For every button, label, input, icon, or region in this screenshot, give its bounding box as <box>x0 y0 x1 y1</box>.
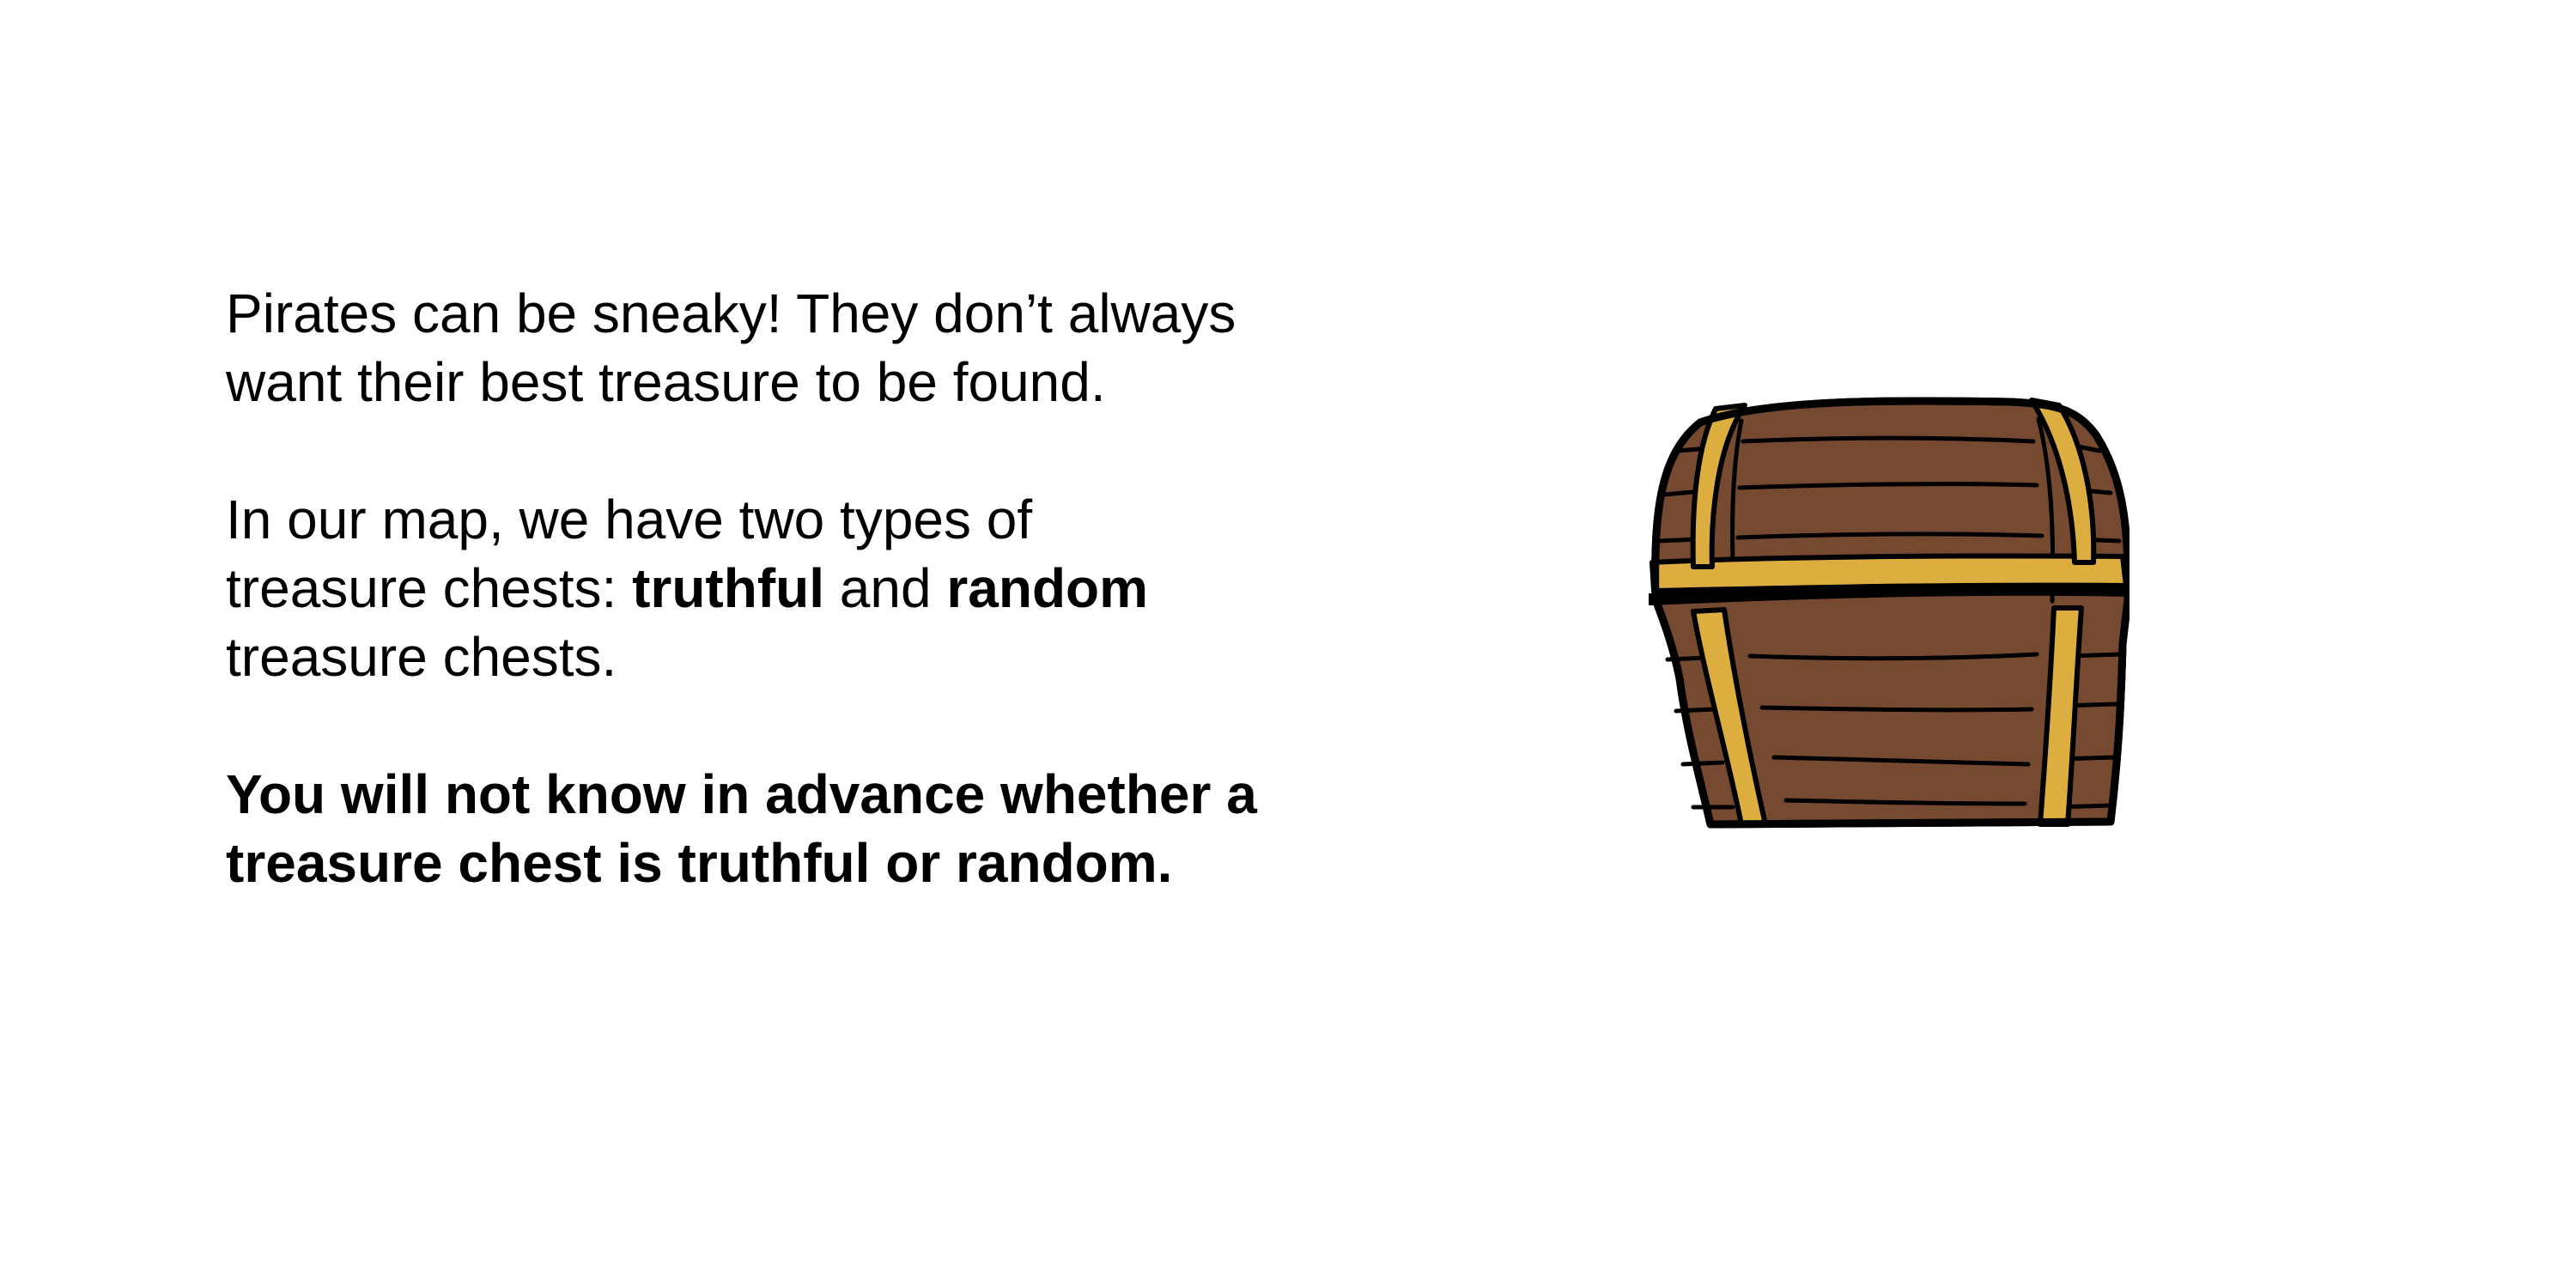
paragraph-warning: You will not know in advance whether a t… <box>226 760 1342 897</box>
sneaky-line-1: Pirates can be sneaky! They don’t always <box>226 283 1236 344</box>
sneaky-line-2: want their best treasure to be found. <box>226 351 1106 413</box>
warning-line-1: You will not know in advance whether a <box>226 763 1257 825</box>
types-line-3: treasure chests. <box>226 626 617 688</box>
paragraph-chest-types: In our map, we have two types of treasur… <box>226 485 1342 691</box>
types-line-1: In our map, we have two types of <box>226 489 1033 550</box>
types-line-2-prefix: treasure chests: <box>226 557 633 619</box>
instruction-text: Pirates can be sneaky! They don’t always… <box>226 279 1342 897</box>
slide: Pirates can be sneaky! They don’t always… <box>0 0 2576 1288</box>
truthful-term: truthful <box>632 557 824 619</box>
and-word: and <box>824 557 947 619</box>
treasure-chest-icon <box>1649 397 2129 829</box>
random-term: random <box>946 557 1149 619</box>
warning-line-2: treasure chest is truthful or random. <box>226 832 1173 894</box>
paragraph-sneaky: Pirates can be sneaky! They don’t always… <box>226 279 1342 416</box>
